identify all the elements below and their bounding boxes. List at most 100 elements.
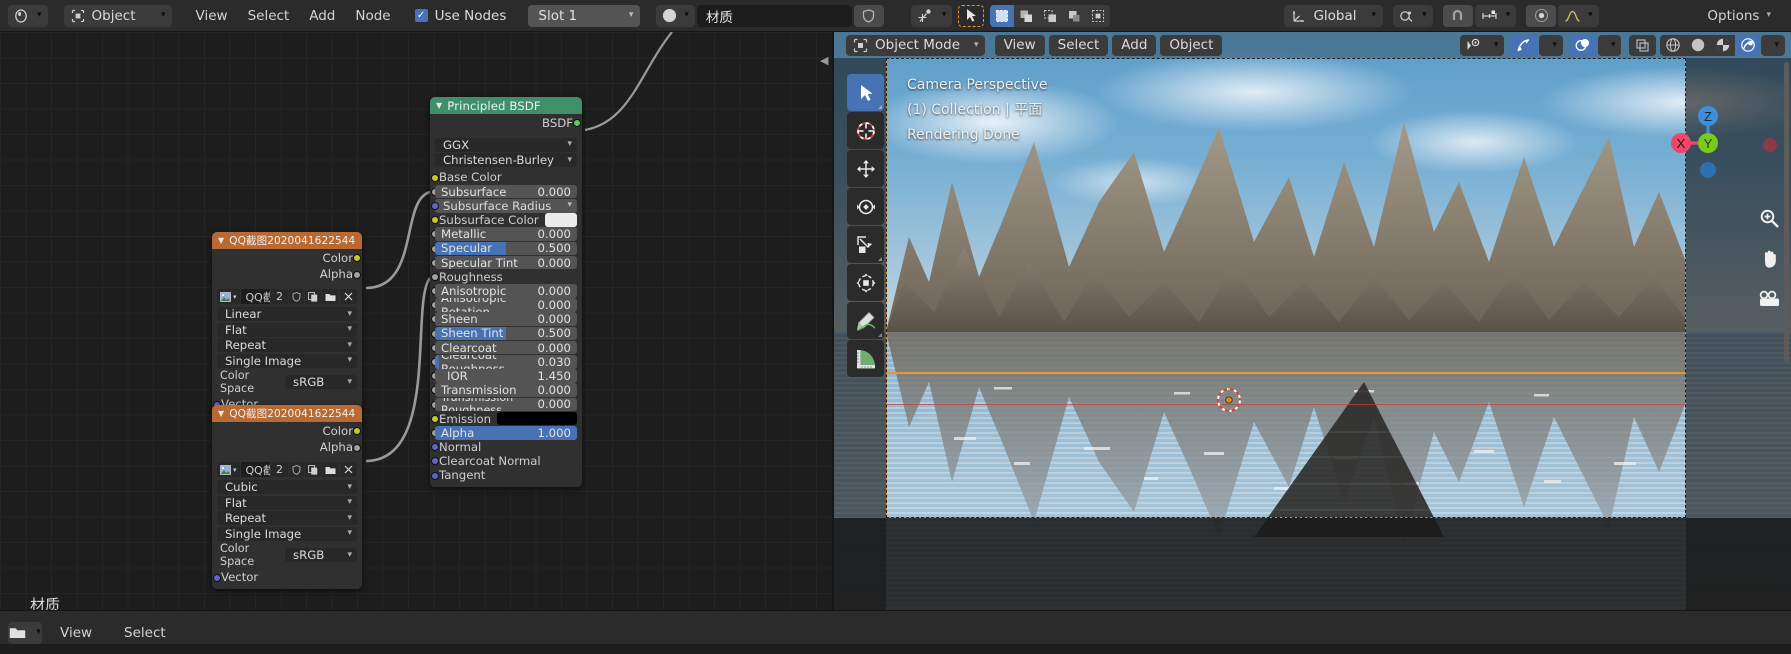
input-clearcoat[interactable]: Clearcoat 0.000 [431,340,577,355]
image-name-field[interactable]: QQ截图2020... [240,289,270,305]
bottom-menu-select[interactable]: Select [110,622,180,644]
socket-alpha-output[interactable] [353,443,361,452]
shader-node-editor[interactable]: ◀ 材质 ▼ Principled BSDF BSDF GGX ▾ Christ… [0,32,832,610]
navigation-gizmo[interactable]: Z Y X [1669,104,1747,182]
menu-node[interactable]: Node [345,5,400,27]
menu-select[interactable]: Select [238,5,300,27]
emission-color-swatch[interactable] [497,411,577,426]
duplicate-image-button[interactable] [305,289,321,305]
fake-user-toggle[interactable] [289,462,304,478]
subsurface-slider[interactable]: Subsurface 0.000 [435,184,577,199]
node-header[interactable]: ▼ QQ截图20200416225440.jpg [212,405,362,422]
node-image-texture-1[interactable]: ▼ QQ截图20200416225440.jpg Color Alpha [212,232,362,417]
projection-row[interactable]: Flat ▾ [217,495,357,510]
camera-dot-button[interactable] [1757,132,1783,158]
image-name-field[interactable]: QQ截图2020... [240,462,270,478]
socket-emission[interactable] [431,414,439,423]
input-emission[interactable]: Emission [431,411,577,426]
tool-scale[interactable] [847,226,884,263]
interpolation-dropdown[interactable]: Cubic ▾ [217,480,357,495]
colorspace-row[interactable]: Color Space sRGB ▾ [217,542,357,568]
subsurface-radius-dropdown[interactable]: Subsurface Radius ▾ [435,198,577,213]
select-mode-invert[interactable] [1062,5,1086,27]
input-roughness[interactable]: Roughness [431,270,577,284]
node-output-color[interactable]: Color [217,422,361,439]
image-datablock-row[interactable]: ▾ QQ截图2020... 2 [217,289,357,305]
alpha-slider[interactable]: Alpha 1.000 [435,425,577,440]
menu-view[interactable]: View [186,5,238,27]
subsurface-color-swatch[interactable] [544,213,577,227]
duplicate-image-button[interactable] [305,462,321,478]
source-dropdown[interactable]: Single Image ▾ [217,526,357,541]
viewport-scrollbar-vertical[interactable] [1784,62,1789,362]
socket-subsurface-radius[interactable] [431,201,439,210]
input-subsurface-radius[interactable]: Subsurface Radius ▾ [431,198,577,213]
transform-orientation-selector[interactable]: Global ▾ [1284,4,1384,27]
input-base-color[interactable]: Base Color [431,170,577,184]
input-alpha[interactable]: Alpha 1.000 [431,425,577,440]
fake-user-button[interactable] [853,4,884,27]
metallic-slider[interactable]: Metallic 0.000 [435,227,577,241]
snap-target-selector[interactable]: ▾ [1474,4,1517,27]
viewport-menu-add[interactable]: Add [1112,34,1157,56]
extension-row[interactable]: Repeat ▾ [217,338,357,353]
select-mode-subtract[interactable] [1038,5,1062,27]
overlays-toggle[interactable] [1568,34,1597,56]
input-ior[interactable]: IOR 1.450 [431,369,577,383]
mode-selector[interactable]: Object Mode ▾ [846,34,985,56]
gizmo-dropdown[interactable]: ▾ [1539,34,1563,56]
specular-slider[interactable]: Specular 0.500 [435,241,577,256]
select-mode-intersect[interactable] [1086,5,1110,27]
material-browse-button[interactable]: ▾ [656,4,695,27]
menu-add[interactable]: Add [299,5,345,27]
transmission-roughness-slider[interactable]: Transmission Roughness 0.000 [435,397,577,412]
overlays-dropdown[interactable]: ▾ [1597,34,1622,56]
visibility-selector[interactable]: ▾ [1459,34,1505,56]
unlink-image-button[interactable] [340,462,357,478]
tool-rotate[interactable] [847,188,884,225]
use-nodes-checkbox[interactable]: ✓ [414,9,428,22]
camera-view-button[interactable] [1757,286,1783,312]
input-specular-tint[interactable]: Specular Tint 0.000 [431,255,577,270]
input-clearcoat-normal[interactable]: Clearcoat Normal [431,454,577,468]
tool-cursor[interactable] [847,112,884,149]
input-metallic[interactable]: Metallic 0.000 [431,227,577,241]
socket-alpha-output[interactable] [353,270,361,279]
shading-wireframe[interactable] [1660,35,1685,56]
sidebar-collapse-arrow[interactable]: ◀ [820,54,828,67]
collapse-triangle-icon[interactable]: ▼ [218,409,224,418]
input-sheen[interactable]: Sheen 0.000 [431,312,577,327]
zoom-button[interactable] [1757,206,1783,232]
source-row[interactable]: Single Image ▾ [217,353,357,368]
socket-color-output[interactable] [353,427,361,435]
tool-measure[interactable] [847,340,884,377]
extension-dropdown[interactable]: Repeat ▾ [217,338,357,353]
image-users-count[interactable]: 2 [271,289,288,305]
distribution-dropdown[interactable]: GGX ▾ [435,137,577,152]
shading-rendered[interactable] [1735,34,1761,56]
pivot-point-selector[interactable]: ▾ [1393,4,1433,27]
socket-vector[interactable] [213,573,221,582]
viewport-menu-object[interactable]: Object [1160,34,1223,56]
falloff-selector[interactable]: ▾ [1558,4,1599,27]
specular-tint-slider[interactable]: Specular Tint 0.000 [435,255,577,270]
interpolation-dropdown[interactable]: Linear ▾ [217,307,357,322]
proportional-edit-toggle[interactable] [1526,4,1557,27]
socket-bsdf-output[interactable] [573,119,581,127]
node-output-alpha[interactable]: Alpha [217,440,361,455]
input-vector[interactable]: Vector [213,570,357,585]
material-name-field[interactable]: 材质 [696,4,852,27]
input-transmission-roughness[interactable]: Transmission Roughness 0.000 [431,397,577,412]
image-browse-button[interactable]: ▾ [217,462,240,478]
tool-annotate[interactable] [847,302,884,339]
use-nodes-toggle[interactable]: ✓ Use Nodes [414,0,506,32]
source-dropdown[interactable]: Single Image ▾ [217,353,357,368]
viewport-menu-view[interactable]: View [994,34,1045,56]
extension-row[interactable]: Repeat ▾ [217,511,357,526]
subsurface-method-dropdown-row[interactable]: Christensen-Burley ▾ [435,153,577,168]
input-normal[interactable]: Normal [431,440,577,454]
socket-base-color[interactable] [431,173,439,182]
colorspace-row[interactable]: Color Space sRGB ▾ [217,369,357,395]
shading-solid[interactable] [1685,35,1710,56]
tweak-tool-button[interactable] [958,4,985,27]
